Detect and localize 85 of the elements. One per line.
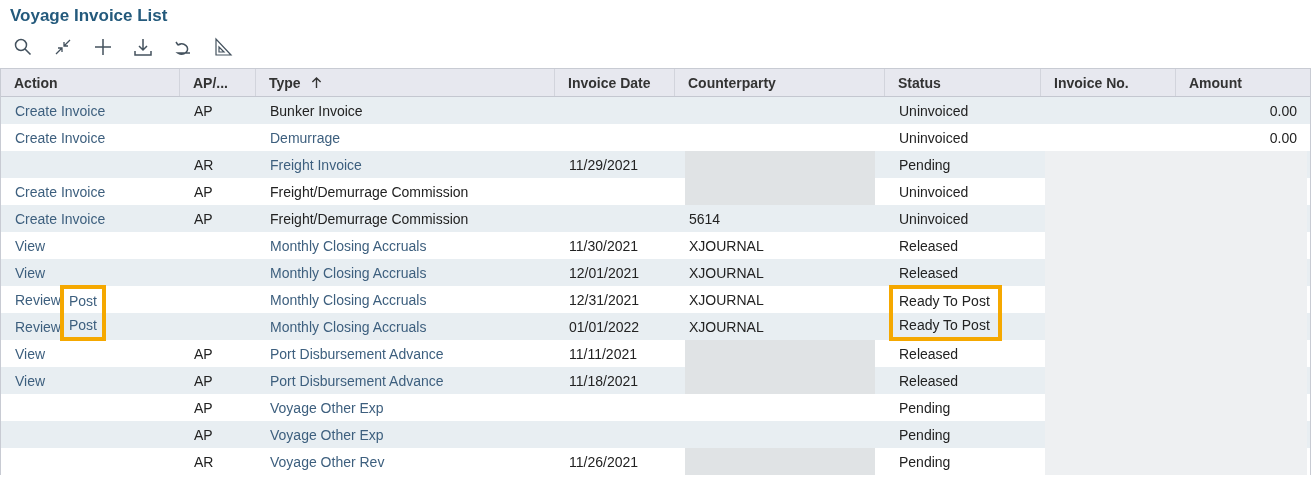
action-link[interactable]: Create Invoice [15,124,106,151]
type-link[interactable]: Demurrage [270,129,341,146]
status-text: Uninvoiced [898,101,969,121]
table-cell: 11/26/2021 [569,453,639,470]
status-text: Released [898,263,959,283]
status-text: Released [898,344,959,364]
download-icon[interactable] [133,37,153,57]
action-link[interactable]: View [15,232,46,259]
page-title: Voyage Invoice List [9,5,169,27]
action-link[interactable]: Post [68,293,97,309]
type-link[interactable]: Freight Invoice [270,156,362,173]
sort-ascending-icon [310,76,322,89]
action-link[interactable]: Create Invoice [15,97,106,124]
table-cell: 11/29/2021 [569,156,639,173]
add-icon[interactable] [93,37,113,57]
status-text: Pending [898,155,951,175]
table-cell: 11/11/2021 [569,345,637,362]
column-header[interactable]: Status [885,69,1041,96]
table-cell: XJOURNAL [689,264,764,281]
table-cell: 12/01/2021 [569,264,640,281]
column-header[interactable]: Action [1,69,180,96]
table-row[interactable]: AP Voyage Other Exp Pending [1,421,1310,448]
type-link[interactable]: Monthly Closing Accruals [270,318,427,335]
action-link[interactable]: Review [15,313,61,340]
status-text: Ready To Post [899,293,990,309]
type-link[interactable]: Voyage Other Exp [270,399,384,416]
table-cell: Bunker Invoice [270,102,363,119]
column-header[interactable]: Counterparty [675,69,885,96]
table-cell: AP [194,399,213,416]
table-cell: 11/18/2021 [569,372,639,389]
table-cell: XJOURNAL [689,291,764,308]
table-cell: Freight/Demurrage Commission [270,210,469,227]
search-icon[interactable] [13,37,33,57]
status-text: Released [898,236,959,256]
table-row[interactable]: View Monthly Closing Accruals 12/01/2021 XJOURNAL Released [1,259,1310,286]
column-header[interactable]: Invoice Date [555,69,675,96]
table-row[interactable]: Create Invoice AP Freight/Demurrage Commission 5614 Uninvoiced [1,205,1310,232]
table-cell: XJOURNAL [689,237,764,254]
table-row[interactable]: View AP Port Disbursement Advance 11/18/2021 Released [1,367,1310,394]
table-cell: AP [194,372,213,389]
type-link[interactable]: Monthly Closing Accruals [270,291,427,308]
status-text: Pending [898,452,951,472]
table-cell: AP [194,345,213,362]
table-cell: AR [194,156,214,173]
table-cell: 0.00 [1269,129,1297,146]
table-cell: 11/30/2021 [569,237,639,254]
action-link[interactable]: Post [68,317,97,333]
action-link[interactable]: View [15,340,46,367]
action-link[interactable]: Create Invoice [15,205,106,232]
collapse-icon[interactable] [53,37,73,57]
table-row[interactable]: AR Freight Invoice 11/29/2021 Pending [1,151,1310,178]
column-header[interactable]: Invoice No. [1041,69,1176,96]
table-cell: 5614 [689,210,721,227]
table-cell: AP [194,210,213,227]
status-text: Uninvoiced [898,209,969,229]
type-link[interactable]: Monthly Closing Accruals [270,237,427,254]
type-link[interactable]: Port Disbursement Advance [270,372,444,389]
column-header[interactable]: Type [256,69,555,96]
table-row[interactable]: Review Post Monthly Closing Accruals 01/01/2022 XJOURNAL Ready To Post [1,313,1310,340]
action-link[interactable]: Review [15,286,61,313]
table-cell: AP [194,426,213,443]
type-link[interactable]: Monthly Closing Accruals [270,264,427,281]
status-text: Pending [898,425,951,445]
action-link[interactable]: Create Invoice [15,178,106,205]
status-text: Released [898,371,959,391]
action-link[interactable]: View [15,259,46,286]
type-link[interactable]: Voyage Other Exp [270,426,384,443]
table-cell: 01/01/2022 [569,318,640,335]
action-link[interactable]: View [15,367,46,394]
table-cell: 0.00 [1269,102,1297,119]
table-cell: AP [194,102,213,119]
table-cell: AP [194,183,213,200]
type-link[interactable]: Port Disbursement Advance [270,345,444,362]
column-header[interactable]: Amount [1176,69,1309,96]
column-header[interactable]: AP/... [180,69,256,96]
status-text: Pending [898,398,951,418]
table-cell: XJOURNAL [689,318,764,335]
table-row[interactable]: Create Invoice AP Bunker Invoice Uninvoiced 0.00 [1,97,1310,124]
status-text: Uninvoiced [898,128,969,148]
table-cell: 12/31/2021 [569,291,640,308]
table-cell: Freight/Demurrage Commission [270,183,469,200]
status-text: Uninvoiced [898,182,969,202]
status-text: Ready To Post [899,317,990,333]
type-link[interactable]: Voyage Other Rev [270,453,385,470]
table-cell: AR [194,453,214,470]
